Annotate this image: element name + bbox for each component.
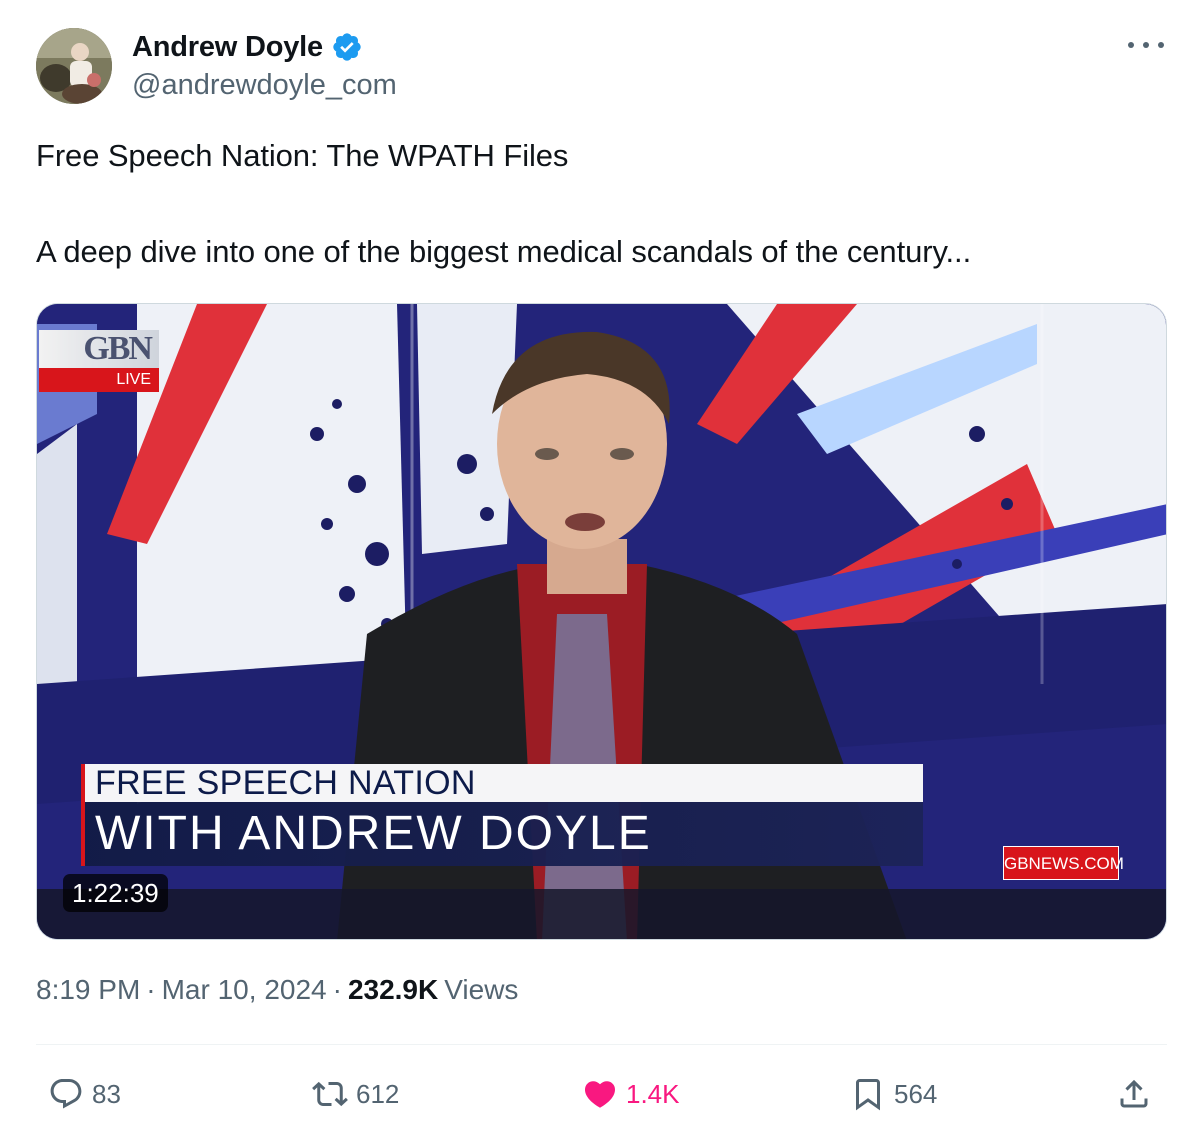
tweet-time[interactable]: 8:19 PM xyxy=(36,974,140,1006)
lower-third-show-title: FREE SPEECH NATION xyxy=(81,764,923,802)
heart-icon xyxy=(584,1081,616,1108)
dot xyxy=(1128,42,1134,48)
tweet-meta: 8:19 PM · Mar 10, 2024 · 232.9K Views xyxy=(36,974,518,1006)
bookmark-button[interactable]: 564 xyxy=(850,1072,937,1116)
tweet-text-line-1: Free Speech Nation: The WPATH Files xyxy=(36,138,569,173)
divider xyxy=(36,1044,1167,1045)
author-name-row[interactable]: Andrew Doyle xyxy=(132,28,363,66)
avatar[interactable] xyxy=(36,28,112,104)
tweet-date[interactable]: Mar 10, 2024 xyxy=(162,974,327,1006)
video-player[interactable]: GBN LIVE FREE SPEECH NATION WITH ANDREW … xyxy=(36,303,1167,940)
meta-separator: · xyxy=(146,974,156,1005)
author-handle[interactable]: @andrewdoyle_com xyxy=(132,69,397,102)
tweet-text-line-2: A deep dive into one of the biggest medi… xyxy=(36,234,972,269)
reply-icon xyxy=(50,1079,82,1109)
gbn-logo: GBN xyxy=(39,330,159,368)
views-label[interactable]: Views xyxy=(444,974,518,1006)
meta-separator: · xyxy=(332,974,342,1005)
avatar-image xyxy=(36,28,112,104)
bookmark-icon xyxy=(856,1079,880,1111)
author-display-name[interactable]: Andrew Doyle xyxy=(132,31,323,64)
lower-third-host: WITH ANDREW DOYLE xyxy=(81,802,923,866)
share-button[interactable] xyxy=(1116,1072,1152,1116)
live-badge: LIVE xyxy=(39,368,159,392)
dot xyxy=(1143,42,1149,48)
like-button[interactable]: 1.4K xyxy=(582,1072,680,1116)
like-count: 1.4K xyxy=(626,1078,680,1109)
reply-button[interactable]: 83 xyxy=(48,1072,121,1116)
views-count[interactable]: 232.9K xyxy=(348,974,438,1006)
retweet-icon xyxy=(312,1081,348,1107)
retweet-button[interactable]: 612 xyxy=(312,1072,399,1116)
reply-count: 83 xyxy=(92,1078,121,1109)
share-icon xyxy=(1120,1079,1148,1108)
verified-badge-icon xyxy=(333,33,361,61)
more-options-icon[interactable] xyxy=(1128,30,1164,60)
tweet-card: Andrew Doyle @andrewdoyle_com Free Speec… xyxy=(0,0,1204,1144)
bookmark-count: 564 xyxy=(894,1078,938,1109)
channel-url-badge: GBNEWS.COM xyxy=(1003,846,1124,880)
video-duration-badge: 1:22:39 xyxy=(63,874,168,912)
dot xyxy=(1158,42,1164,48)
retweet-count: 612 xyxy=(356,1078,400,1109)
